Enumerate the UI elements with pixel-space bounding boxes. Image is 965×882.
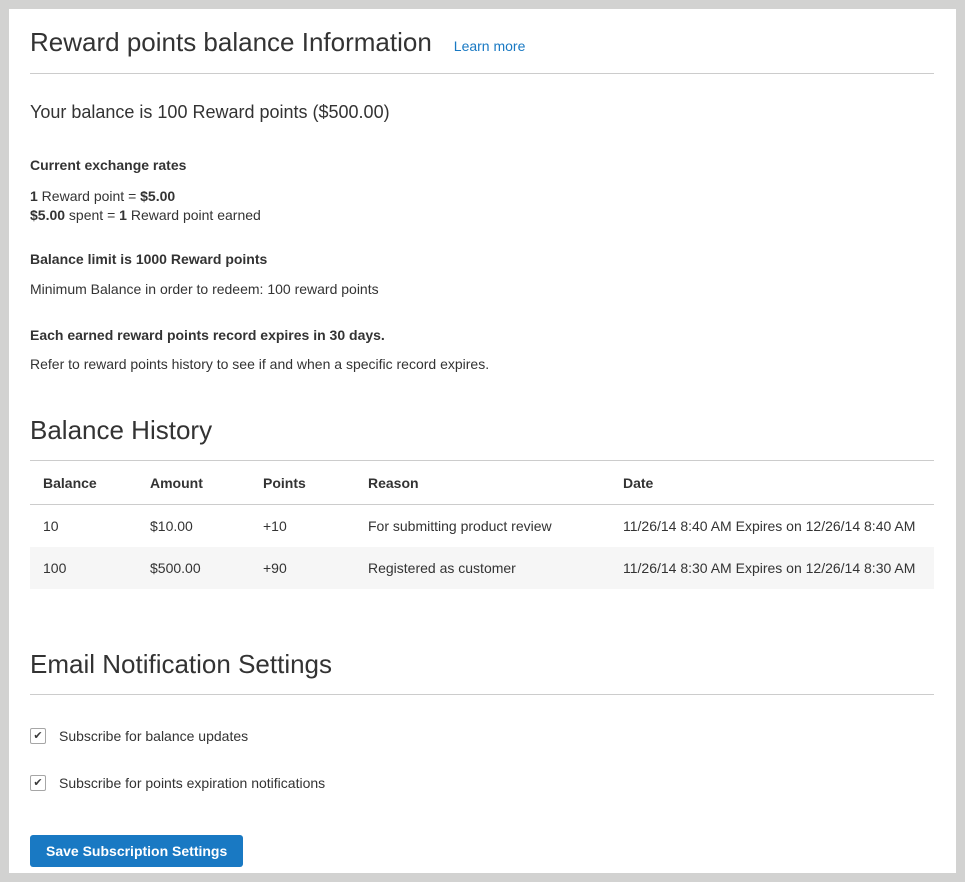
checkmark-icon: ✔: [33, 778, 42, 789]
column-header-points: Points: [250, 461, 355, 505]
rate2-points: 1: [119, 207, 127, 223]
rate1-text: Reward point =: [38, 188, 140, 204]
table-row: 100 $500.00 +90 Registered as customer 1…: [30, 547, 934, 589]
rate2-text-2: Reward point earned: [127, 207, 261, 223]
cell-reason: For submitting product review: [355, 505, 610, 548]
cell-balance: 10: [30, 505, 137, 548]
subscribe-points-expiration-option: ✔ Subscribe for points expiration notifi…: [30, 775, 934, 791]
exchange-rate-line-2: $5.00 spent = 1 Reward point earned: [30, 206, 934, 225]
balance-history-heading: Balance History: [30, 413, 934, 461]
points-expiration-checkbox[interactable]: ✔: [30, 775, 46, 791]
points-expiration-checkbox-label: Subscribe for points expiration notifica…: [59, 775, 325, 791]
cell-points: +10: [250, 505, 355, 548]
table-header-row: Balance Amount Points Reason Date: [30, 461, 934, 505]
minimum-balance-text: Minimum Balance in order to redeem: 100 …: [30, 281, 934, 298]
checkmark-icon: ✔: [33, 731, 42, 742]
cell-date: 11/26/14 8:30 AM Expires on 12/26/14 8:3…: [610, 547, 934, 589]
column-header-reason: Reason: [355, 461, 610, 505]
reward-info-card: Reward points balance Information Learn …: [9, 9, 956, 873]
balance-summary: Your balance is 100 Reward points ($500.…: [30, 100, 934, 124]
column-header-amount: Amount: [137, 461, 250, 505]
exchange-rate-line-1: 1 Reward point = $5.00: [30, 187, 934, 206]
cell-amount: $500.00: [137, 547, 250, 589]
rate1-points: 1: [30, 188, 38, 204]
balance-limit-text: Balance limit is 1000 Reward points: [30, 251, 934, 268]
page-header: Reward points balance Information Learn …: [30, 25, 934, 74]
balance-updates-checkbox-label: Subscribe for balance updates: [59, 728, 248, 744]
rate2-amount: $5.00: [30, 207, 65, 223]
cell-date: 11/26/14 8:40 AM Expires on 12/26/14 8:4…: [610, 505, 934, 548]
column-header-balance: Balance: [30, 461, 137, 505]
subscribe-balance-updates-option: ✔ Subscribe for balance updates: [30, 728, 934, 744]
rate1-amount: $5.00: [140, 188, 175, 204]
rate2-text-1: spent =: [65, 207, 119, 223]
cell-amount: $10.00: [137, 505, 250, 548]
expiration-heading: Each earned reward points record expires…: [30, 327, 934, 344]
cell-points: +90: [250, 547, 355, 589]
cell-balance: 100: [30, 547, 137, 589]
expiration-note: Refer to reward points history to see if…: [30, 356, 934, 373]
table-row: 10 $10.00 +10 For submitting product rev…: [30, 505, 934, 548]
page-title: Reward points balance Information: [30, 25, 432, 59]
exchange-rates-block: 1 Reward point = $5.00 $5.00 spent = 1 R…: [30, 187, 934, 225]
save-subscription-settings-button[interactable]: Save Subscription Settings: [30, 835, 243, 867]
column-header-date: Date: [610, 461, 934, 505]
balance-history-table: Balance Amount Points Reason Date 10 $10…: [30, 461, 934, 589]
email-notification-settings-heading: Email Notification Settings: [30, 647, 934, 695]
exchange-rates-heading: Current exchange rates: [30, 157, 934, 174]
learn-more-link[interactable]: Learn more: [454, 38, 526, 54]
page-background: Reward points balance Information Learn …: [0, 0, 965, 882]
balance-updates-checkbox[interactable]: ✔: [30, 728, 46, 744]
cell-reason: Registered as customer: [355, 547, 610, 589]
